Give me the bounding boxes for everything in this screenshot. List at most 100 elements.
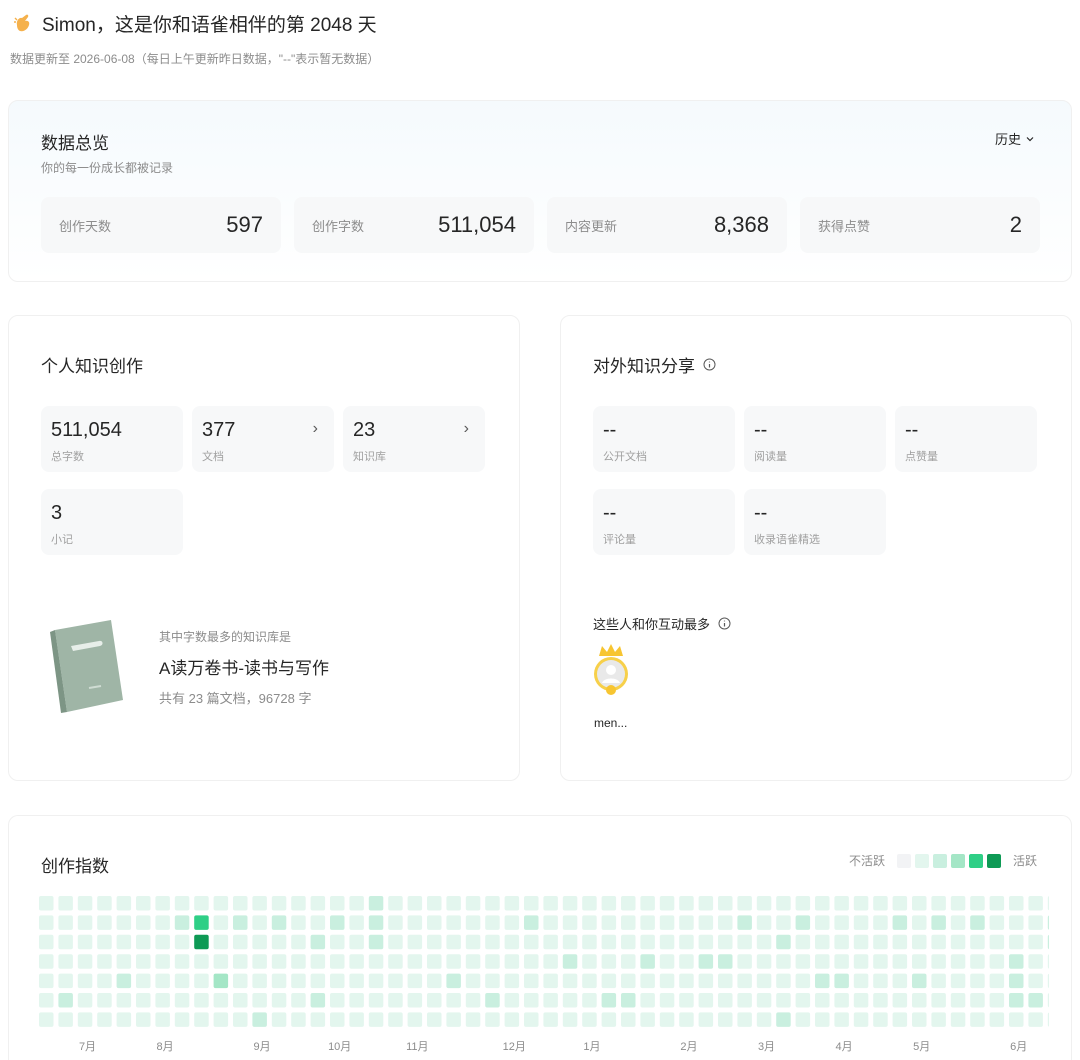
heatmap-cell[interactable] — [291, 896, 306, 911]
heatmap-cell[interactable] — [97, 915, 112, 930]
heatmap-cell[interactable] — [233, 993, 248, 1008]
heatmap-cell[interactable] — [562, 1012, 578, 1027]
heatmap-cell[interactable] — [524, 896, 539, 911]
heatmap-cell[interactable] — [795, 896, 811, 911]
heatmap-cell[interactable] — [892, 973, 908, 989]
heatmap-cell[interactable] — [58, 1012, 73, 1027]
heatmap-cell[interactable] — [291, 1012, 306, 1027]
heatmap-cell[interactable] — [640, 896, 655, 911]
heatmap-cell[interactable] — [718, 973, 733, 989]
heatmap-cell[interactable] — [310, 973, 326, 989]
heatmap-cell[interactable] — [427, 915, 442, 930]
heatmap-cell[interactable] — [485, 934, 500, 950]
heatmap-cell[interactable] — [950, 993, 966, 1008]
heatmap-cell[interactable] — [853, 896, 869, 911]
heatmap-cell[interactable] — [718, 993, 733, 1008]
heatmap-cell[interactable] — [1009, 934, 1024, 950]
heatmap-cell[interactable] — [116, 915, 132, 930]
heatmap-cell[interactable] — [465, 1012, 481, 1027]
heatmap-cell[interactable] — [1009, 1012, 1024, 1027]
heatmap-cell[interactable] — [310, 993, 326, 1008]
heatmap-cell[interactable] — [795, 993, 811, 1008]
heatmap-cell[interactable] — [582, 934, 597, 950]
heatmap-cell[interactable] — [892, 915, 908, 930]
heatmap-cell[interactable] — [892, 993, 908, 1008]
heatmap-cell[interactable] — [310, 896, 326, 911]
heatmap-cell[interactable] — [1009, 993, 1024, 1008]
heatmap-cell[interactable] — [834, 934, 849, 950]
heatmap-cell[interactable] — [718, 934, 733, 950]
heatmap-cell[interactable] — [58, 973, 73, 989]
heatmap-cell[interactable] — [524, 993, 539, 1008]
heatmap-cell[interactable] — [912, 973, 927, 989]
heatmap-cell[interactable] — [640, 973, 655, 989]
heatmap-cell[interactable] — [485, 954, 500, 969]
heatmap-cell[interactable] — [601, 993, 617, 1008]
heatmap-cell[interactable] — [271, 896, 287, 911]
heatmap-cell[interactable] — [853, 954, 869, 969]
heatmap-cell[interactable] — [582, 1012, 597, 1027]
heatmap-cell[interactable] — [621, 915, 636, 930]
heatmap-cell[interactable] — [97, 934, 112, 950]
heatmap-cell[interactable] — [970, 1012, 985, 1027]
heatmap-cell[interactable] — [388, 896, 403, 911]
heatmap-cell[interactable] — [368, 993, 384, 1008]
heatmap-cell[interactable] — [465, 915, 481, 930]
heatmap-cell[interactable] — [815, 896, 830, 911]
heatmap-cell[interactable] — [407, 934, 423, 950]
heatmap-cell[interactable] — [950, 915, 966, 930]
heatmap-cell[interactable] — [834, 954, 849, 969]
heatmap-cell[interactable] — [504, 973, 520, 989]
heatmap-cell[interactable] — [233, 1012, 248, 1027]
heatmap-cell[interactable] — [698, 993, 714, 1008]
heatmap-cell[interactable] — [1047, 993, 1049, 1008]
heatmap-cell[interactable] — [562, 973, 578, 989]
heatmap-cell[interactable] — [446, 896, 461, 911]
heatmap-cell[interactable] — [892, 954, 908, 969]
heatmap-cell[interactable] — [795, 934, 811, 950]
heatmap-cell[interactable] — [485, 915, 500, 930]
heatmap-cell[interactable] — [77, 954, 93, 969]
heatmap-cell[interactable] — [698, 915, 714, 930]
heatmap-cell[interactable] — [601, 1012, 617, 1027]
heatmap-cell[interactable] — [504, 915, 520, 930]
heatmap-cell[interactable] — [407, 954, 423, 969]
heatmap-cell[interactable] — [485, 993, 500, 1008]
heatmap-cell[interactable] — [116, 934, 132, 950]
heatmap-cell[interactable] — [330, 954, 345, 969]
heatmap-cell[interactable] — [621, 896, 636, 911]
heatmap-cell[interactable] — [77, 934, 93, 950]
heatmap-cell[interactable] — [291, 993, 306, 1008]
heatmap-cell[interactable] — [39, 954, 54, 969]
heatmap-cell[interactable] — [815, 1012, 830, 1027]
heatmap-cell[interactable] — [271, 973, 287, 989]
heatmap-cell[interactable] — [136, 915, 151, 930]
heatmap-cell[interactable] — [407, 1012, 423, 1027]
heatmap-cell[interactable] — [912, 1012, 927, 1027]
info-icon[interactable] — [703, 358, 716, 371]
heatmap-cell[interactable] — [388, 954, 403, 969]
heatmap-cell[interactable] — [815, 934, 830, 950]
heatmap-cell[interactable] — [543, 993, 558, 1008]
heatmap-cell[interactable] — [776, 915, 791, 930]
heatmap-cell[interactable] — [659, 896, 675, 911]
heatmap-cell[interactable] — [1028, 954, 1043, 969]
heatmap-cell[interactable] — [136, 896, 151, 911]
heatmap-cell[interactable] — [388, 1012, 403, 1027]
heatmap-cell[interactable] — [815, 915, 830, 930]
heatmap-cell[interactable] — [310, 915, 326, 930]
heatmap-cell[interactable] — [582, 896, 597, 911]
heatmap-cell[interactable] — [330, 915, 345, 930]
heatmap-cell[interactable] — [1047, 896, 1049, 911]
heatmap-cell[interactable] — [524, 915, 539, 930]
heatmap-cell[interactable] — [873, 973, 888, 989]
heatmap-cell[interactable] — [349, 993, 364, 1008]
heatmap-cell[interactable] — [485, 896, 500, 911]
heatmap-cell[interactable] — [504, 954, 520, 969]
heatmap-cell[interactable] — [77, 973, 93, 989]
heatmap-cell[interactable] — [621, 1012, 636, 1027]
heatmap-cell[interactable] — [834, 1012, 849, 1027]
heatmap-cell[interactable] — [504, 993, 520, 1008]
heatmap-cell[interactable] — [446, 1012, 461, 1027]
heatmap-cell[interactable] — [368, 915, 384, 930]
